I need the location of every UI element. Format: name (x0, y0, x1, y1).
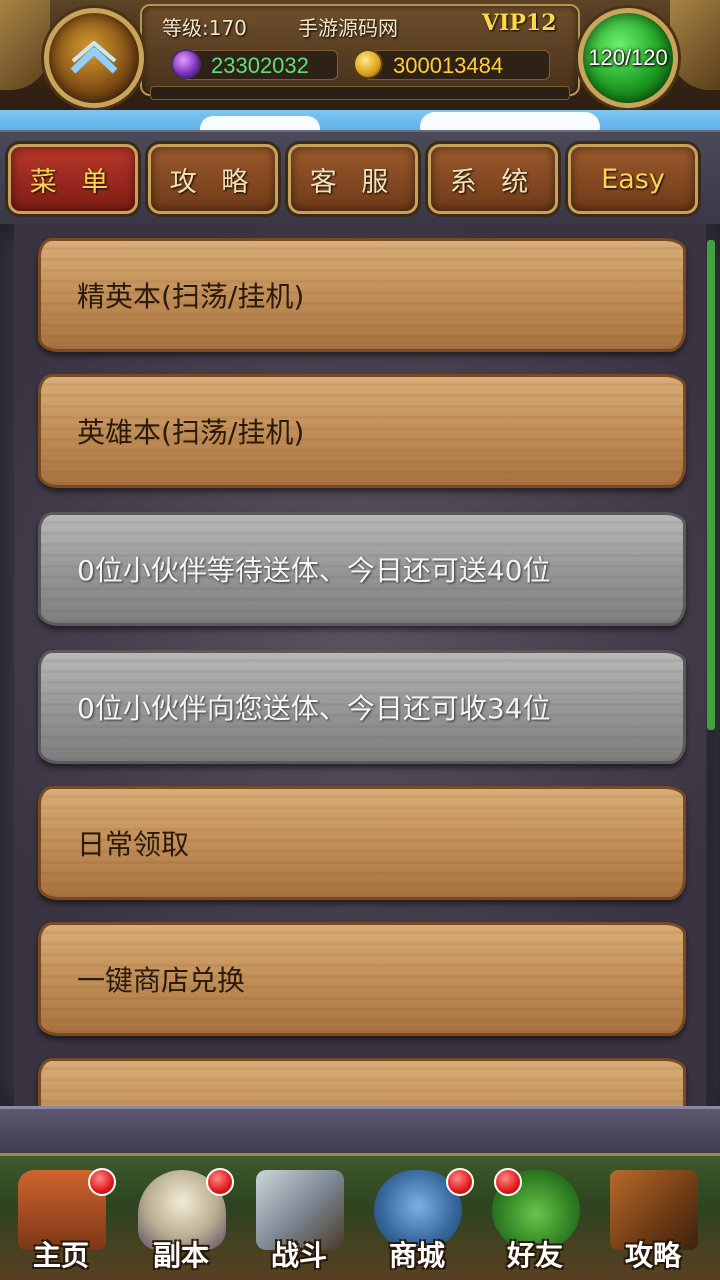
notification-dot (494, 1168, 522, 1196)
nav-shop[interactable]: 商城 (358, 1156, 476, 1280)
menu-item-daily-claim[interactable]: 日常领取 (38, 786, 686, 900)
menu-item-partial[interactable] (38, 1058, 686, 1110)
vip-level[interactable]: VIP12 (482, 10, 557, 36)
gem-amount: 23302032 (211, 53, 309, 78)
menu-item-label: 日常领取 (77, 828, 190, 861)
menu-item-label: 英雄本(扫荡/挂机) (77, 416, 305, 449)
tab-guide[interactable]: 攻 略 (148, 144, 278, 214)
gem-counter[interactable]: 23302032 (171, 49, 338, 80)
notification-dot (88, 1168, 116, 1196)
nav-label: 副本 (152, 1239, 209, 1272)
menu-item-hero-dungeon[interactable]: 英雄本(扫荡/挂机) (38, 374, 686, 488)
bottom-navigation: 主页 副本 战斗 商城 好友 攻略 (0, 1156, 720, 1280)
nav-dungeon[interactable]: 副本 (122, 1156, 240, 1280)
menu-item-receive-stamina[interactable]: 0位小伙伴向您送体、今日还可收34位 (38, 650, 686, 764)
nav-label: 战斗 (270, 1239, 327, 1272)
gem-icon (171, 49, 201, 79)
nav-home[interactable]: 主页 (2, 1156, 120, 1280)
menu-item-label: 0位小伙伴向您送体、今日还可收34位 (77, 692, 551, 725)
coin-icon (353, 49, 383, 79)
nav-friends[interactable]: 好友 (476, 1156, 594, 1280)
menu-item-label: 精英本(扫荡/挂机) (77, 280, 305, 313)
tab-label: 攻 略 (169, 166, 257, 198)
menu-item-label: 一键商店兑换 (77, 964, 246, 997)
menu-item-shop-exchange[interactable]: 一键商店兑换 (38, 922, 686, 1036)
tab-easy[interactable]: Easy (568, 144, 698, 214)
menu-item-label: 0位小伙伴等待送体、今日还可送40位 (77, 554, 551, 587)
notification-dot (206, 1168, 234, 1196)
coin-amount: 300013484 (393, 53, 504, 78)
player-level: 等级:170 (162, 16, 247, 40)
tab-menu[interactable]: 菜 单 (8, 144, 138, 214)
tab-label: 菜 单 (29, 166, 117, 198)
energy-orb[interactable]: 120/120 (578, 8, 678, 108)
hud-corner-ornament-left (0, 0, 50, 90)
tab-label: 系 统 (449, 166, 537, 198)
menu-tab-bar: 菜 单 攻 略 客 服 系 统 Easy (0, 130, 720, 224)
energy-value: 120/120 (588, 45, 668, 70)
avatar-orb[interactable] (44, 8, 144, 108)
nav-label: 攻略 (624, 1239, 681, 1272)
hud-corner-ornament-right (670, 0, 720, 90)
player-info-row: 等级:170 手游源码网 VIP12 (160, 8, 560, 42)
notification-dot (446, 1168, 474, 1196)
tab-customer-service[interactable]: 客 服 (288, 144, 418, 214)
nav-guide[interactable]: 攻略 (594, 1156, 712, 1280)
top-hud: 等级:170 手游源码网 VIP12 23302032 300013484 12… (0, 0, 720, 120)
hud-exp-bar (150, 86, 570, 100)
tab-label: Easy (601, 163, 665, 195)
menu-item-elite-dungeon[interactable]: 精英本(扫荡/挂机) (38, 238, 686, 352)
tab-system[interactable]: 系 统 (428, 144, 558, 214)
nav-battle[interactable]: 战斗 (240, 1156, 358, 1280)
coin-counter[interactable]: 300013484 (353, 49, 550, 80)
nav-label: 好友 (506, 1239, 563, 1272)
scrollbar-thumb[interactable] (707, 240, 715, 730)
nav-label: 商城 (388, 1239, 445, 1272)
nav-label: 主页 (32, 1239, 89, 1272)
server-name: 手游源码网 (298, 16, 398, 40)
bottom-frame-border (0, 1106, 720, 1156)
menu-item-send-stamina[interactable]: 0位小伙伴等待送体、今日还可送40位 (38, 512, 686, 626)
tab-label: 客 服 (309, 166, 397, 198)
menu-list-panel[interactable]: 精英本(扫荡/挂机) 英雄本(扫荡/挂机) 0位小伙伴等待送体、今日还可送40位… (0, 224, 720, 1110)
chevron-up-icon (70, 41, 118, 74)
